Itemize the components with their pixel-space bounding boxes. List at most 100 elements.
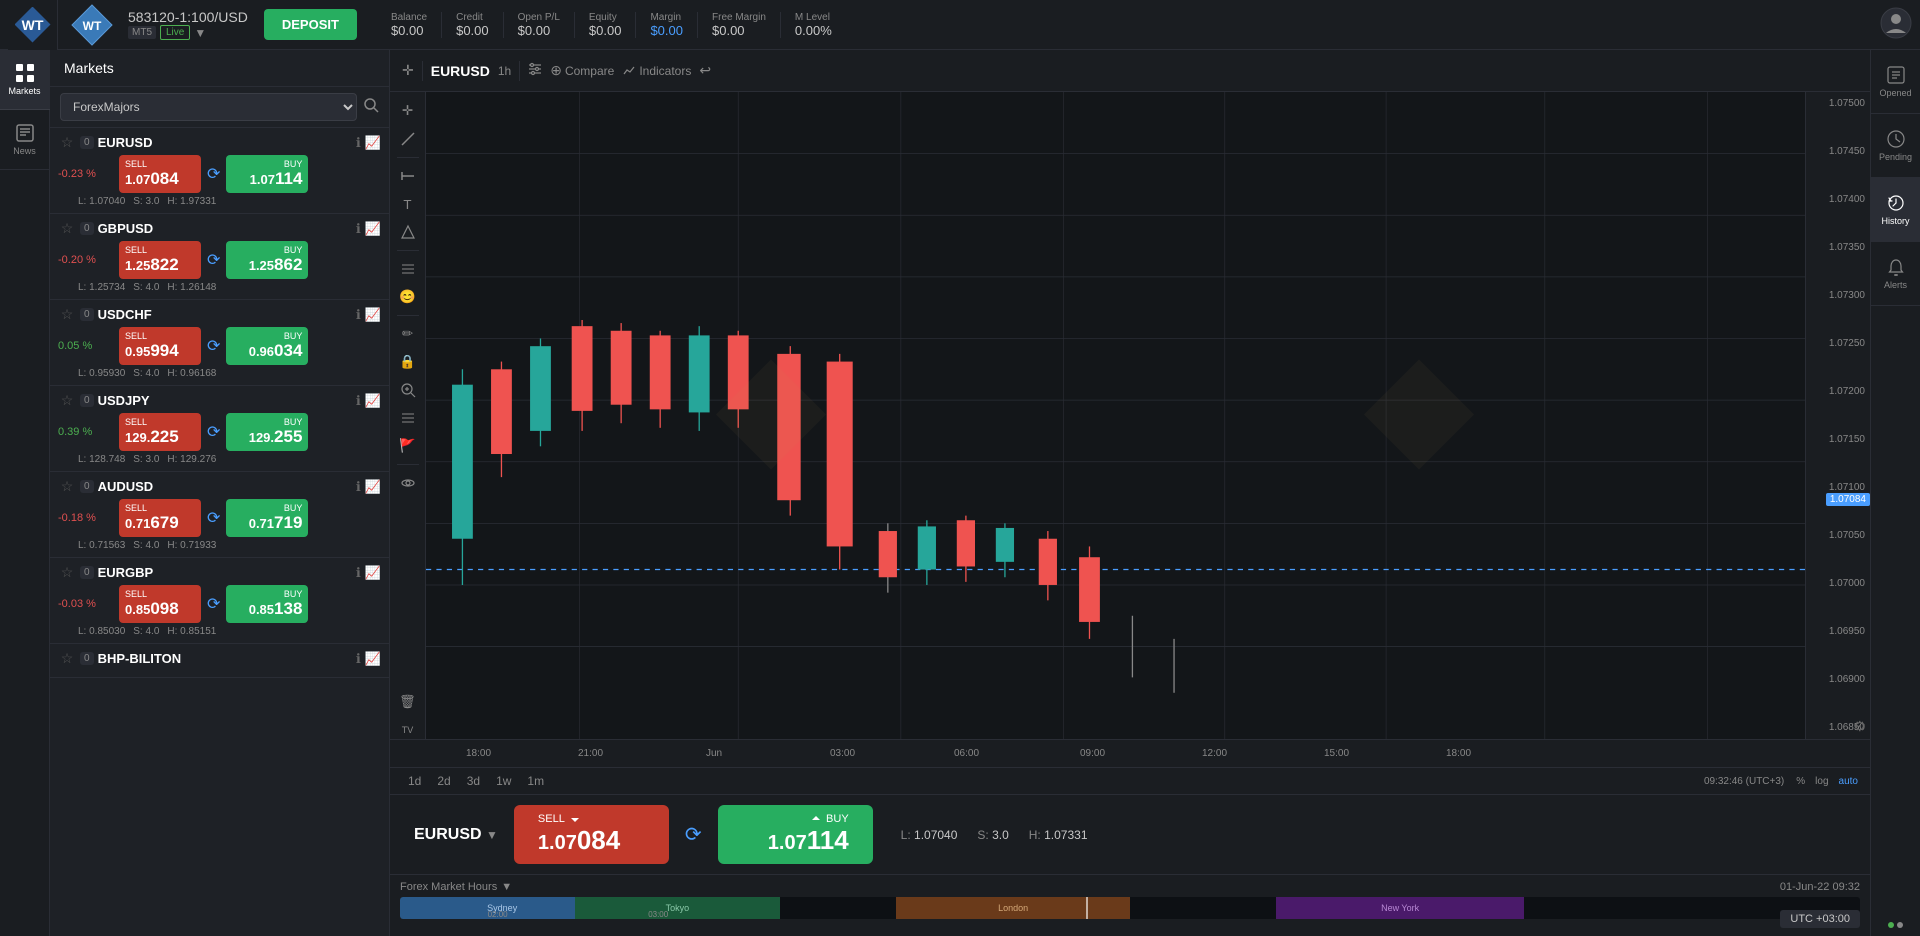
name-bhp: BHP-BILITON bbox=[98, 651, 352, 666]
compare-button[interactable]: ⊕ Compare bbox=[550, 62, 614, 79]
sell-button-usdjpy[interactable]: SELL 129.225 bbox=[119, 413, 201, 451]
draw-line[interactable] bbox=[394, 126, 422, 152]
utc-badge[interactable]: UTC +03:00 bbox=[1780, 910, 1860, 928]
indicators-button[interactable]: Indicators bbox=[622, 64, 691, 78]
draw-fib[interactable] bbox=[394, 256, 422, 282]
draw-emoji[interactable]: 😊 bbox=[394, 284, 422, 310]
draw-eye[interactable] bbox=[394, 470, 422, 496]
deposit-button[interactable]: DEPOSIT bbox=[264, 9, 357, 40]
refresh-usdchf[interactable]: ⟳ bbox=[207, 336, 220, 356]
refresh-audusd[interactable]: ⟳ bbox=[207, 508, 220, 528]
chart-eurusd[interactable]: 📈 bbox=[365, 135, 381, 151]
tf-3d[interactable]: 3d bbox=[461, 772, 486, 790]
right-nav-opened[interactable]: Opened bbox=[1871, 50, 1920, 114]
chart-bhp[interactable]: 📈 bbox=[365, 651, 381, 667]
sell-button-gbpusd[interactable]: SELL 1.25822 bbox=[119, 241, 201, 279]
tf-1m[interactable]: 1m bbox=[521, 772, 550, 790]
info-usdjpy[interactable]: ℹ bbox=[356, 393, 361, 409]
chart-timeframe[interactable]: 1h bbox=[498, 64, 511, 78]
chart-gbpusd[interactable]: 📈 bbox=[365, 221, 381, 237]
draw-shape[interactable] bbox=[394, 219, 422, 245]
refresh-usdjpy[interactable]: ⟳ bbox=[207, 422, 220, 442]
right-history-label: History bbox=[1881, 216, 1909, 226]
draw-text[interactable]: T bbox=[394, 191, 422, 217]
info-audusd[interactable]: ℹ bbox=[356, 479, 361, 495]
change-usdjpy: 0.39 % bbox=[58, 426, 113, 438]
fav-usdchf[interactable]: ☆ bbox=[58, 306, 76, 323]
fav-eurusd[interactable]: ☆ bbox=[58, 134, 76, 151]
sell-button-eurgbp[interactable]: SELL 0.85098 bbox=[119, 585, 201, 623]
buy-button-eurusd[interactable]: BUY 1.07114 bbox=[226, 155, 308, 193]
fav-eurgbp[interactable]: ☆ bbox=[58, 564, 76, 581]
fav-gbpusd[interactable]: ☆ bbox=[58, 220, 76, 237]
crosshair-tool[interactable]: ✛ bbox=[402, 62, 414, 79]
info-usdchf[interactable]: ℹ bbox=[356, 307, 361, 323]
trade-refresh-button[interactable]: ⟳ bbox=[685, 822, 702, 847]
tf-1d[interactable]: 1d bbox=[402, 772, 427, 790]
chart-auto: auto bbox=[1839, 776, 1858, 787]
fav-audusd[interactable]: ☆ bbox=[58, 478, 76, 495]
instrument-item-usdchf: ☆ 0 USDCHF ℹ 📈 0.05 % SELL 0.95994 ⟳ bbox=[50, 300, 389, 386]
sell-button-usdchf[interactable]: SELL 0.95994 bbox=[119, 327, 201, 365]
search-button[interactable] bbox=[363, 97, 379, 118]
dropdown-arrow[interactable]: ▼ bbox=[194, 26, 206, 40]
sell-button-eurusd[interactable]: SELL 1.07084 bbox=[119, 155, 201, 193]
equity-value: $0.00 bbox=[589, 23, 622, 38]
instrument-item-eurusd: ☆ 0 EURUSD ℹ 📈 -0.23 % SELL 1.07084 ⟳ bbox=[50, 128, 389, 214]
current-time-marker bbox=[1086, 897, 1088, 919]
chart-settings-btn[interactable]: ⚙ bbox=[1849, 714, 1870, 739]
fav-bhp[interactable]: ☆ bbox=[58, 650, 76, 667]
info-eurusd[interactable]: ℹ bbox=[356, 135, 361, 151]
header-stats: Balance $0.00 Credit $0.00 Open P/L $0.0… bbox=[377, 12, 846, 38]
trade-buy-button[interactable]: BUY 1.07114 bbox=[718, 805, 873, 864]
buy-button-usdchf[interactable]: BUY 0.96034 bbox=[226, 327, 308, 365]
trade-sell-button[interactable]: SELL 1.07084 bbox=[514, 805, 669, 864]
profile-button[interactable] bbox=[1880, 7, 1912, 42]
refresh-eurgbp[interactable]: ⟳ bbox=[207, 594, 220, 614]
time-label-0200: 02:00 bbox=[488, 910, 508, 919]
chart-eurgbp[interactable]: 📈 bbox=[365, 565, 381, 581]
fav-usdjpy[interactable]: ☆ bbox=[58, 392, 76, 409]
sell-button-audusd[interactable]: SELL 0.71679 bbox=[119, 499, 201, 537]
tf-2d[interactable]: 2d bbox=[431, 772, 456, 790]
profile-area[interactable] bbox=[1880, 7, 1912, 42]
draw-hline[interactable] bbox=[394, 163, 422, 189]
buy-button-gbpusd[interactable]: BUY 1.25862 bbox=[226, 241, 308, 279]
undo-button[interactable]: ↩ bbox=[699, 62, 711, 79]
forex-hours-button[interactable]: Forex Market Hours ▼ bbox=[400, 881, 512, 893]
draw-flag[interactable]: 🚩 bbox=[394, 433, 422, 459]
chart-audusd[interactable]: 📈 bbox=[365, 479, 381, 495]
draw-crosshair[interactable]: ✛ bbox=[394, 98, 422, 124]
right-nav-history[interactable]: History bbox=[1871, 178, 1920, 242]
tf-1w[interactable]: 1w bbox=[490, 772, 517, 790]
info-bhp[interactable]: ℹ bbox=[356, 651, 361, 667]
refresh-eurusd[interactable]: ⟳ bbox=[207, 164, 220, 184]
refresh-gbpusd[interactable]: ⟳ bbox=[207, 250, 220, 270]
logo-text: WT bbox=[22, 17, 44, 33]
chart-usdjpy[interactable]: 📈 bbox=[365, 393, 381, 409]
category-select[interactable]: ForexMajors bbox=[60, 93, 357, 121]
buy-button-audusd[interactable]: BUY 0.71719 bbox=[226, 499, 308, 537]
utc-label: UTC +03:00 bbox=[1790, 913, 1850, 925]
right-nav-alerts[interactable]: Alerts bbox=[1871, 242, 1920, 306]
price-1.07300: 1.07300 bbox=[1806, 290, 1870, 301]
info-gbpusd[interactable]: ℹ bbox=[356, 221, 361, 237]
chart-canvas[interactable] bbox=[426, 92, 1805, 739]
draw-layers[interactable] bbox=[394, 405, 422, 431]
draw-pencil[interactable]: ✏ bbox=[394, 321, 422, 347]
info-eurgbp[interactable]: ℹ bbox=[356, 565, 361, 581]
draw-trash[interactable]: 🗑 bbox=[394, 689, 422, 715]
chart-usdchf[interactable]: 📈 bbox=[365, 307, 381, 323]
nav-item-news[interactable]: News bbox=[0, 110, 50, 170]
draw-lock[interactable]: 🔒 bbox=[394, 349, 422, 375]
chart-settings-icon[interactable] bbox=[528, 62, 542, 79]
nav-item-markets[interactable]: Markets bbox=[0, 50, 50, 110]
buy-button-eurgbp[interactable]: BUY 0.85138 bbox=[226, 585, 308, 623]
right-nav-pending[interactable]: Pending bbox=[1871, 114, 1920, 178]
m-level-label: M Level bbox=[795, 12, 832, 23]
draw-zoom-plus[interactable] bbox=[394, 377, 422, 403]
price-scale: 1.07500 1.07450 1.07400 1.07350 1.07300 … bbox=[1805, 92, 1870, 739]
forex-date: 01-Jun-22 09:32 bbox=[1780, 881, 1860, 893]
buy-button-usdjpy[interactable]: BUY 129.255 bbox=[226, 413, 308, 451]
lsh-audusd: L: 0.71563S: 4.0H: 0.71933 bbox=[58, 540, 381, 551]
